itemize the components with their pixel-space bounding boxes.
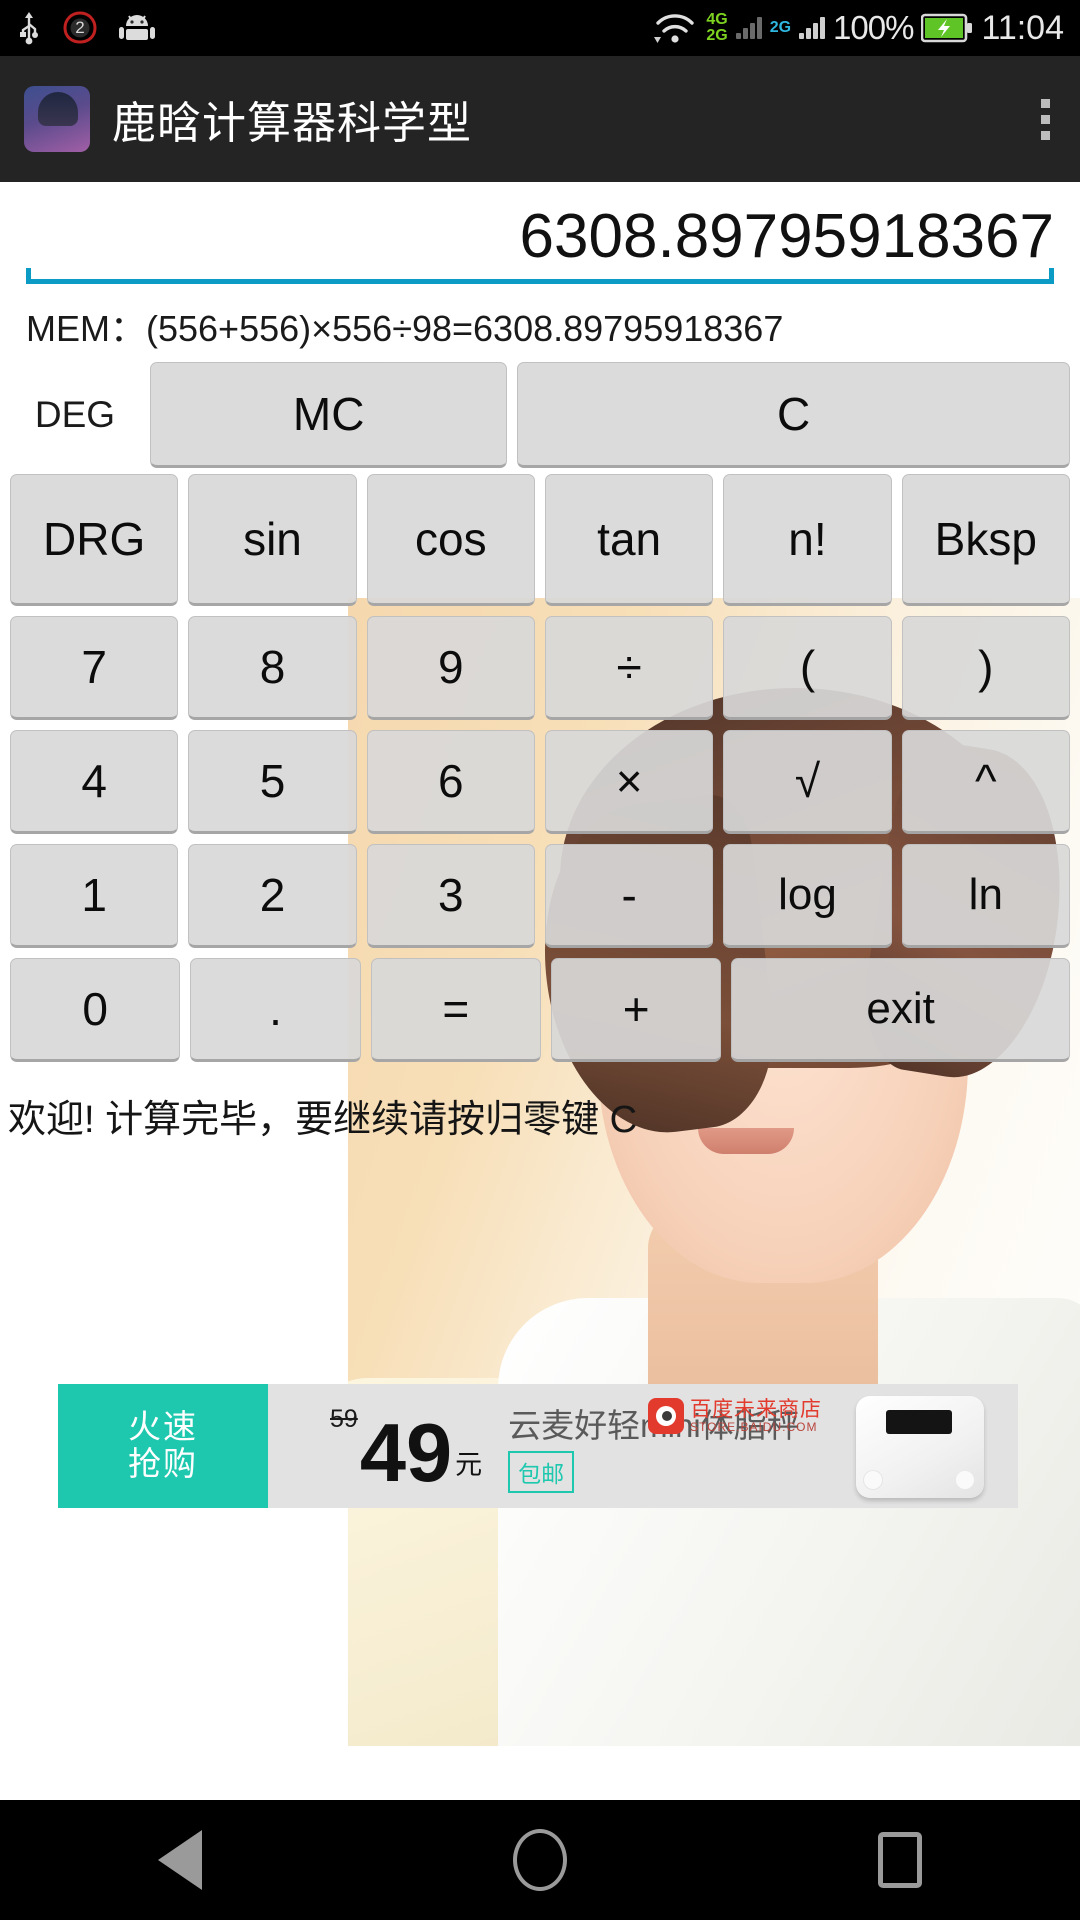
display-value[interactable]: 6308.89795918367 (26, 204, 1054, 279)
clock-label: 11:04 (981, 8, 1064, 47)
ln-button[interactable]: ln (901, 844, 1070, 949)
ad-free-shipping-badge: 包邮 (508, 1451, 575, 1493)
digit-2-button[interactable]: 2 (188, 844, 357, 949)
digit-1-button[interactable]: 1 (10, 844, 179, 949)
recents-icon (878, 1832, 922, 1888)
plus-button[interactable]: + (550, 958, 722, 1063)
digit-6-button[interactable]: 6 (366, 730, 535, 835)
ad-badge: 火速 抢购 (58, 1384, 314, 1508)
minus-button[interactable]: - (544, 844, 714, 949)
ad-badge-line2: 抢购 (128, 1445, 198, 1482)
digit-5-button[interactable]: 5 (188, 730, 357, 835)
signal-bars-sim2 (799, 17, 826, 39)
ad-badge-line1: 火速 (128, 1408, 198, 1446)
network-2g-label-primary: 2G (706, 27, 728, 44)
battery-percent-label: 100% (833, 9, 914, 46)
keypad-row-functions: DRG sin cos tan n! Bksp (10, 474, 1070, 607)
signal-bars-sim1 (735, 17, 762, 39)
factorial-button[interactable]: n! (723, 474, 892, 607)
power-button[interactable]: ^ (901, 730, 1070, 835)
display-underline (26, 268, 1054, 285)
network-4g-label: 4G (706, 11, 728, 28)
page-title: 鹿晗计算器科学型 (112, 99, 472, 148)
status-message: 欢迎! 计算完毕，要继续请按归零键 C (8, 1099, 638, 1142)
digit-3-button[interactable]: 3 (366, 844, 535, 949)
ad-new-price: 49 (359, 1406, 453, 1500)
display-area: 6308.89795918367 (0, 182, 1080, 285)
keypad-row-0-exit: 0 . = + exit (10, 958, 1070, 1063)
usb-icon (16, 11, 42, 45)
keypad-row-456: 4 5 6 × √ ^ (10, 730, 1070, 835)
system-navigation-bar (0, 1800, 1080, 1920)
clear-button[interactable]: C (517, 362, 1070, 469)
right-paren-button[interactable]: ) (901, 616, 1070, 721)
wifi-icon (652, 10, 698, 46)
digit-4-button[interactable]: 4 (10, 730, 179, 835)
alarm-icon: 2 (62, 11, 98, 45)
network-indicator-sim2: 2G (770, 20, 791, 36)
ad-brand-name-cn: 百度未来商店 (690, 1397, 822, 1421)
memory-line: MEM：(556+556)×556÷98=6308.89795918367 (26, 308, 784, 350)
network-2g-label-secondary: 2G (769, 19, 792, 36)
divide-button[interactable]: ÷ (544, 616, 714, 721)
action-bar: 鹿晗计算器科学型 (0, 56, 1080, 182)
ad-currency-label: 元 (455, 1449, 483, 1480)
overflow-menu-icon[interactable] (1035, 93, 1056, 146)
alarm-count: 2 (75, 18, 85, 37)
angle-mode-label: DEG (34, 394, 116, 436)
multiply-button[interactable]: × (544, 730, 714, 835)
sin-button[interactable]: sin (188, 474, 357, 607)
baidu-store-icon (648, 1398, 684, 1434)
memory-clear-button[interactable]: MC (150, 362, 508, 469)
backspace-button[interactable]: Bksp (901, 474, 1070, 607)
digit-9-button[interactable]: 9 (366, 616, 535, 721)
sqrt-button[interactable]: √ (723, 730, 892, 835)
back-icon (158, 1830, 202, 1890)
battery-charging-icon (921, 13, 973, 43)
cos-button[interactable]: cos (366, 474, 535, 607)
ad-banner[interactable]: 火速 抢购 59 49 元 云麦好轻mini体脂秤 包邮 百度未来商店 STOR… (58, 1384, 1018, 1508)
ad-old-price: 59 (330, 1404, 358, 1433)
home-icon (513, 1829, 567, 1891)
ad-brand-name-en: STORE.BAIDU.COM (690, 1419, 818, 1434)
left-paren-button[interactable]: ( (723, 616, 892, 721)
status-bar-left-icons: 2 (16, 11, 156, 45)
log-button[interactable]: log (723, 844, 892, 949)
ad-product-image (856, 1396, 984, 1498)
keypad-grid: DRG sin cos tan n! Bksp 7 8 9 ÷ ( ) 4 5 … (0, 468, 1080, 1063)
network-indicator-sim1: 4G 2G (706, 12, 727, 44)
keypad-row-789: 7 8 9 ÷ ( ) (10, 616, 1070, 721)
drg-button[interactable]: DRG (10, 474, 179, 607)
digit-8-button[interactable]: 8 (188, 616, 357, 721)
digit-0-button[interactable]: 0 (10, 958, 181, 1063)
android-icon (118, 13, 156, 43)
keypad-row-123: 1 2 3 - log ln (10, 844, 1070, 949)
decimal-point-button[interactable]: . (190, 958, 361, 1063)
ad-brand-logo: 百度未来商店 STORE.BAIDU.COM (648, 1398, 822, 1434)
top-button-row: DEG MC C (0, 358, 1080, 469)
home-button[interactable] (470, 1800, 610, 1920)
status-bar-right-icons: 4G 2G 2G 100% 11:04 (652, 9, 1064, 48)
app-root: 2 4G 2G 2G 100% 11:04 鹿晗计算器科学型 6308.8979… (0, 0, 1080, 1920)
status-bar: 2 4G 2G 2G 100% 11:04 (0, 0, 1080, 56)
calculator-body: 6308.89795918367 MEM：(556+556)×556÷98=63… (0, 182, 1080, 1149)
recents-button[interactable] (830, 1800, 970, 1920)
digit-7-button[interactable]: 7 (10, 616, 179, 721)
exit-button[interactable]: exit (731, 958, 1070, 1063)
tan-button[interactable]: tan (544, 474, 714, 607)
ad-price-block: 59 49 元 (330, 1404, 483, 1500)
back-button[interactable] (110, 1800, 250, 1920)
equals-button[interactable]: = (370, 958, 541, 1063)
app-avatar-icon (24, 86, 90, 152)
